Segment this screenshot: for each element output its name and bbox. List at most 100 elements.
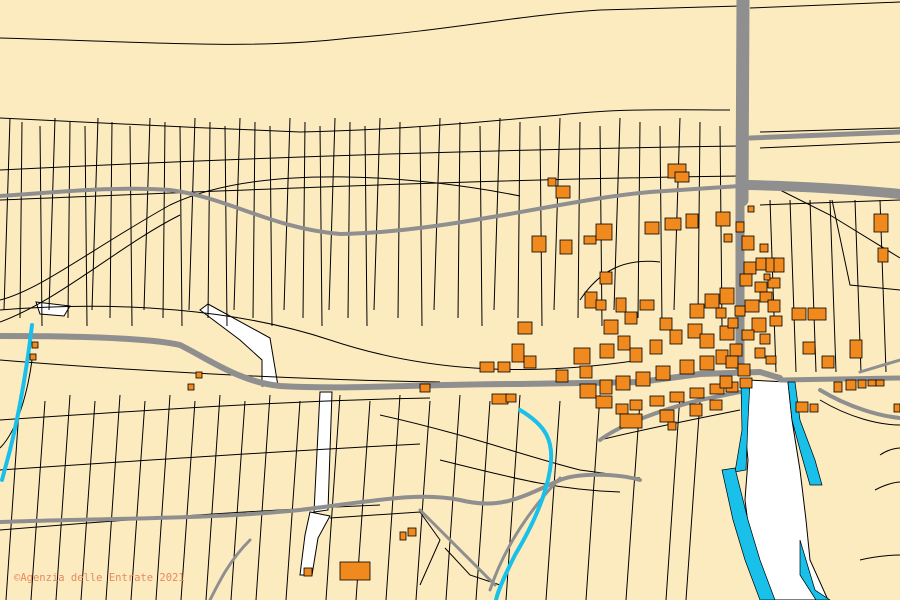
map-attribution: ©Agenzia delle Entrate 2021 — [14, 572, 185, 584]
building — [737, 363, 751, 377]
building — [531, 235, 547, 253]
building — [644, 221, 660, 235]
building — [723, 233, 733, 243]
building — [649, 395, 665, 407]
building — [399, 531, 407, 541]
building — [743, 261, 757, 275]
building — [759, 243, 769, 253]
building — [339, 561, 371, 581]
building — [791, 307, 807, 321]
building — [715, 307, 727, 319]
building — [795, 401, 809, 413]
building — [595, 223, 613, 241]
building — [773, 257, 785, 273]
building — [857, 379, 867, 389]
building — [31, 341, 39, 349]
building — [769, 315, 783, 327]
building — [559, 239, 573, 255]
building — [511, 343, 525, 363]
building — [739, 273, 753, 287]
building — [599, 271, 613, 285]
building — [715, 211, 731, 227]
building — [595, 299, 607, 311]
building — [629, 399, 643, 411]
building — [655, 365, 671, 381]
building — [685, 213, 699, 229]
building — [635, 371, 651, 387]
building — [187, 383, 195, 391]
building — [729, 343, 743, 357]
building — [639, 299, 655, 311]
building — [555, 185, 571, 199]
building — [659, 409, 675, 423]
building — [763, 273, 771, 281]
building — [629, 347, 643, 363]
building — [735, 221, 745, 233]
building — [875, 379, 885, 387]
building — [759, 333, 771, 345]
building — [739, 377, 753, 389]
building — [669, 329, 683, 345]
building — [709, 399, 723, 411]
building — [725, 355, 739, 369]
building — [679, 359, 695, 375]
building — [867, 379, 877, 387]
building — [615, 297, 627, 313]
building — [689, 387, 705, 399]
building — [727, 317, 739, 329]
building — [599, 379, 613, 395]
building — [583, 235, 597, 245]
building — [809, 403, 819, 413]
building — [579, 365, 593, 379]
building — [573, 347, 591, 365]
building — [517, 321, 533, 335]
building — [877, 247, 889, 263]
building — [704, 293, 720, 309]
building — [29, 353, 37, 361]
building — [624, 311, 638, 325]
building — [873, 213, 889, 233]
road — [735, 0, 750, 207]
building — [845, 379, 857, 391]
building — [579, 383, 597, 399]
building — [719, 287, 735, 305]
building — [734, 305, 746, 317]
building — [674, 171, 690, 183]
building — [767, 299, 781, 313]
building — [754, 347, 766, 359]
building — [699, 333, 715, 349]
building — [547, 177, 557, 187]
building — [689, 303, 705, 319]
building — [893, 403, 900, 413]
building — [747, 205, 755, 213]
building — [195, 371, 203, 379]
building — [603, 319, 619, 335]
building — [719, 375, 733, 389]
building — [849, 339, 863, 359]
building — [699, 355, 715, 371]
building — [659, 317, 673, 331]
building — [615, 375, 631, 391]
building — [649, 339, 663, 355]
building — [689, 403, 703, 417]
building — [664, 217, 682, 231]
building — [669, 391, 685, 403]
building — [523, 355, 537, 369]
map-canvas — [0, 0, 900, 600]
cadastral-map[interactable]: ©Agenzia delle Entrate 2021 — [0, 0, 900, 600]
building — [303, 567, 313, 577]
building — [833, 381, 843, 393]
building — [419, 383, 431, 393]
building — [615, 403, 629, 415]
building — [744, 299, 760, 313]
building — [755, 257, 767, 271]
building — [807, 307, 827, 321]
building — [619, 413, 643, 429]
building — [741, 235, 755, 251]
building — [765, 355, 777, 365]
building — [802, 341, 816, 355]
building — [555, 369, 569, 383]
building — [821, 355, 835, 369]
building — [595, 395, 613, 409]
building — [667, 421, 677, 431]
